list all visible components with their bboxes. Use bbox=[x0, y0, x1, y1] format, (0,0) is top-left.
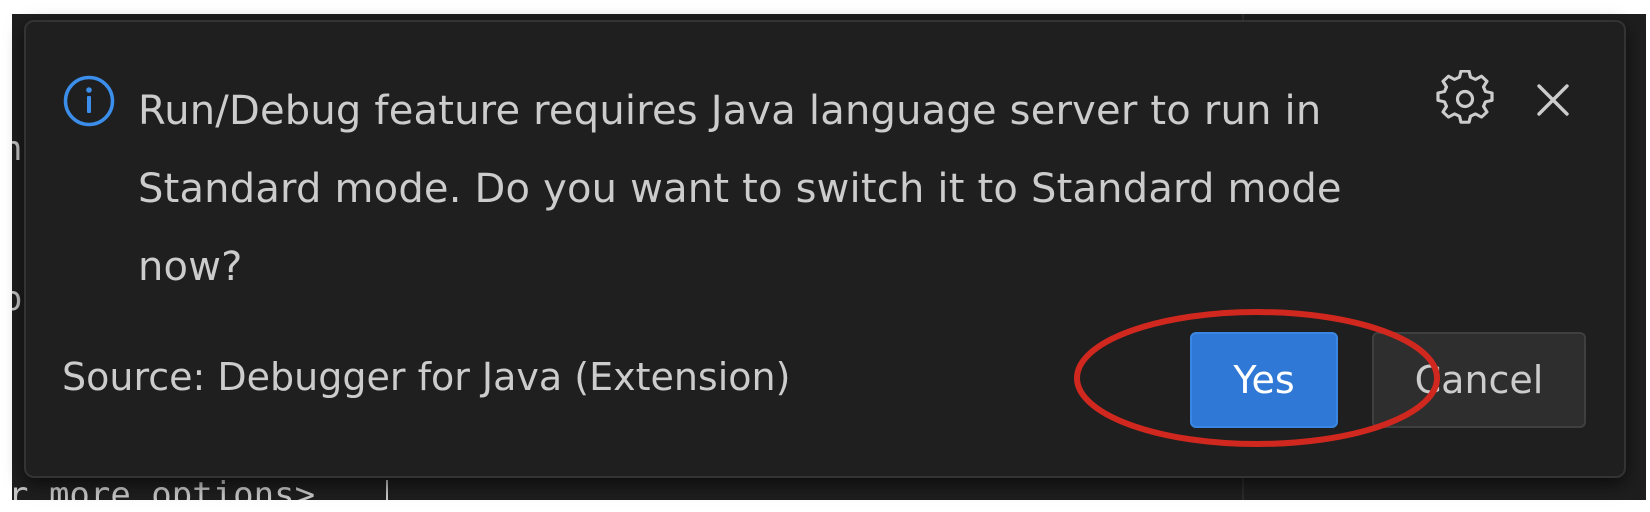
screenshot-stage: n o r more options> Run/Debug feature re… bbox=[0, 0, 1650, 512]
yes-button-label: Yes bbox=[1233, 358, 1295, 402]
text-cursor bbox=[386, 480, 388, 500]
code-fragment: o bbox=[12, 279, 23, 319]
close-icon[interactable] bbox=[1531, 78, 1575, 122]
code-fragment: n bbox=[12, 129, 23, 169]
yes-button[interactable]: Yes bbox=[1190, 332, 1338, 428]
notification-toast: Run/Debug feature requires Java language… bbox=[24, 20, 1626, 478]
notification-message: Run/Debug feature requires Java language… bbox=[138, 88, 1342, 290]
cancel-button[interactable]: Cancel bbox=[1372, 332, 1586, 428]
cancel-button-label: Cancel bbox=[1414, 358, 1544, 402]
code-fragment: r more options> bbox=[12, 475, 316, 500]
gear-icon[interactable] bbox=[1436, 70, 1494, 128]
info-icon bbox=[63, 75, 115, 127]
notification-source: Source: Debugger for Java (Extension) bbox=[62, 355, 791, 399]
